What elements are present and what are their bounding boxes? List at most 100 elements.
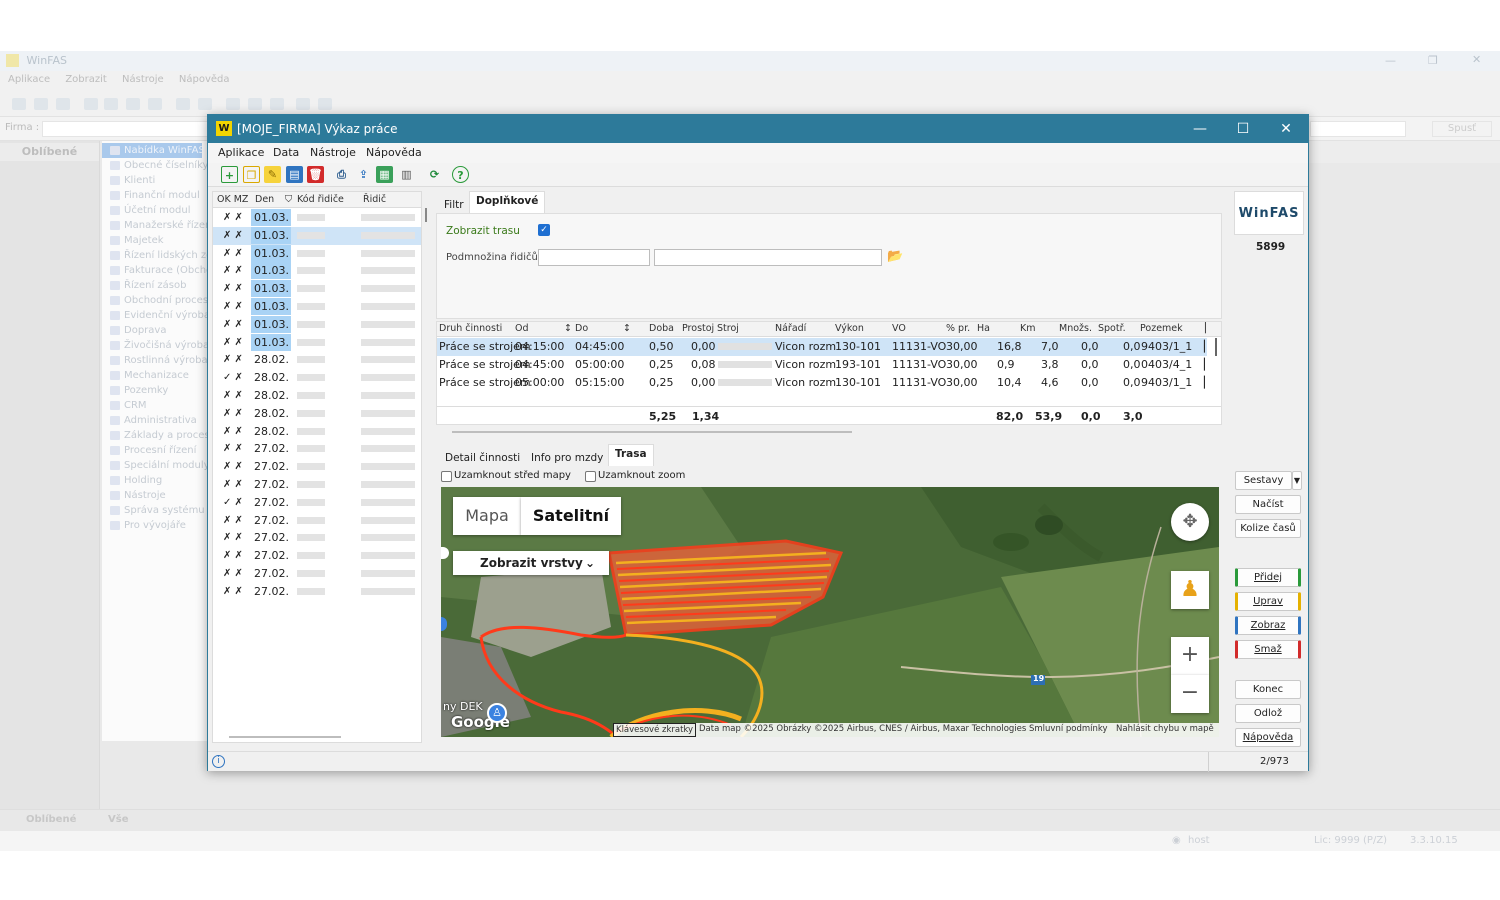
list-row[interactable]: ✓ ✗ 28.02. [213, 369, 421, 387]
napoveda-button[interactable]: Nápověda [1235, 728, 1301, 747]
grid-row[interactable]: Práce se strojem 04:15:00 04:45:00 0,50 0,00… [437, 338, 1212, 356]
tree-item[interactable]: Řízení lidských zdrojů [102, 248, 212, 263]
list-row[interactable]: ✗ ✗ 01.03. [213, 244, 421, 263]
lock-zoom-checkbox[interactable] [585, 471, 596, 482]
columns-icon[interactable]: ▥ [398, 166, 415, 183]
bg-tool-icon[interactable] [34, 98, 48, 110]
list-row[interactable]: ✗ ✗ 01.03. [213, 315, 421, 334]
tree-item[interactable]: Pozemky [102, 383, 212, 398]
tree-item[interactable]: Správa systému [102, 503, 212, 518]
konec-button[interactable]: Konec [1235, 680, 1301, 699]
col-km[interactable]: Km [1020, 323, 1035, 334]
tab-detail-cinnosti[interactable]: Detail činnosti [438, 448, 527, 468]
lock-center-checkbox[interactable] [441, 471, 452, 482]
tree-item[interactable]: Rostlinná výroba [102, 353, 212, 368]
tree-item[interactable]: Procesní řízení [102, 443, 212, 458]
list-row[interactable]: ✗ ✗ 27.02. [213, 440, 421, 458]
tree-item[interactable]: Finanční modul [102, 188, 212, 203]
grid-vscrollbar[interactable] [1215, 338, 1217, 356]
sestavy-dropdown-arrow-icon[interactable]: ▼ [1292, 471, 1302, 490]
odloz-button[interactable]: Odlož [1235, 704, 1301, 723]
col-do[interactable]: Do [575, 323, 588, 334]
report-error-link[interactable]: Nahlásit chybu v mapě [1116, 724, 1214, 734]
bg-tool-icon[interactable] [176, 98, 190, 110]
tree-item[interactable]: Holding [102, 473, 212, 488]
bg-menu-nastroje[interactable]: Nástroje [122, 74, 164, 85]
col-kod-ridice[interactable]: Kód řidiče [297, 194, 344, 205]
tab-trasa[interactable]: Trasa [608, 444, 654, 466]
menu-aplikace[interactable]: Aplikace [218, 146, 264, 159]
nacist-button[interactable]: Načíst [1235, 495, 1301, 514]
tree-item[interactable]: Nástroje [102, 488, 212, 503]
tree-item[interactable]: Manažerské řízení [102, 218, 212, 233]
tree-item[interactable]: Živočišná výroba [102, 338, 212, 353]
grid-row[interactable]: Práce se strojem 05:00:00 05:15:00 0,25 0,00… [437, 374, 1212, 392]
tab-oblibene[interactable]: Oblíbené [26, 814, 76, 825]
grid-row[interactable]: Práce se strojem 04:45:00 05:00:00 0,25 0,08… [437, 356, 1212, 374]
location-pin-icon[interactable]: ♙ [487, 703, 507, 723]
list-row[interactable]: ✗ ✗ 01.03. [213, 209, 421, 227]
close-button[interactable]: ✕ [1264, 115, 1308, 143]
col-mnozstvi[interactable]: Množs. [1059, 323, 1092, 334]
tree-item[interactable]: Evidenční výroba [102, 308, 212, 323]
list-row[interactable]: ✗ ✗ 28.02. [213, 405, 421, 423]
list-row[interactable]: ✗ ✗ 28.02. [213, 423, 421, 441]
zobraz-button[interactable]: Zobraz [1235, 616, 1301, 635]
list-row[interactable]: ✗ ✗ 27.02. [213, 512, 421, 530]
bg-tool-icon[interactable] [12, 98, 26, 110]
col-spotreba[interactable]: Spotř. [1098, 323, 1126, 334]
list-vscrollbar[interactable] [425, 208, 427, 222]
list-row[interactable]: ✗ ✗ 01.03. [213, 333, 421, 352]
edit-icon[interactable]: ✎ [264, 166, 281, 183]
minimize-button[interactable]: — [1178, 115, 1222, 143]
filter-icon[interactable]: ⛉ [285, 194, 292, 205]
grid-icon[interactable]: ▦ [376, 166, 393, 183]
pridej-button[interactable]: Přidej [1235, 568, 1301, 587]
tree-item[interactable]: Nabídka WinFAS [102, 143, 202, 158]
col-ha[interactable]: Ha [977, 323, 990, 334]
sestavy-button[interactable]: Sestavy [1235, 471, 1292, 490]
map-type-satelitni-button[interactable]: Satelitní [521, 497, 621, 535]
tree-item[interactable]: CRM [102, 398, 212, 413]
bg-tool-icon[interactable] [198, 98, 212, 110]
camera-control-icon[interactable]: ✥ [1171, 503, 1209, 541]
list-row[interactable]: ✗ ✗ 01.03. [213, 280, 421, 298]
refresh-icon[interactable]: ⟳ [426, 166, 443, 183]
list-row[interactable]: ✗ ✗ 01.03. [213, 226, 421, 245]
export-icon[interactable]: ⇪ [355, 166, 372, 183]
delete-icon[interactable]: 🗑 [307, 166, 324, 183]
col-procento[interactable]: % pr. [946, 323, 970, 334]
col-od[interactable]: Od [515, 323, 529, 334]
sort-icon[interactable]: ↕ [623, 323, 631, 334]
list-hscrollbar[interactable] [229, 736, 341, 738]
sort-icon[interactable]: ↕ [564, 323, 572, 334]
tab-filtr[interactable]: Filtr [437, 195, 471, 215]
restore-icon[interactable]: ❐ [1428, 54, 1438, 67]
list-row[interactable]: ✗ ✗ 01.03. [213, 298, 421, 316]
col-vykon[interactable]: Výkon [835, 323, 864, 334]
spust-button[interactable]: Spusť [1432, 121, 1492, 137]
bg-tool-icon[interactable] [56, 98, 70, 110]
street-view-pegman-icon[interactable]: ♟ [1171, 571, 1209, 609]
podmnozina-name-input[interactable] [654, 249, 882, 266]
bg-menu-napoveda[interactable]: Nápověda [179, 74, 230, 85]
tree-item[interactable]: Řízení zásob [102, 278, 212, 293]
info-icon[interactable]: i [212, 755, 225, 768]
col-ok-mz[interactable]: OK MZ [217, 194, 248, 205]
podmnozina-code-input[interactable] [538, 249, 650, 266]
tree-item[interactable]: Speciální moduly [102, 458, 212, 473]
menu-napoveda[interactable]: Nápověda [366, 146, 422, 159]
tree-item[interactable]: Administrativa [102, 413, 212, 428]
bg-tool-icon[interactable] [270, 98, 284, 110]
bg-tool-icon[interactable] [318, 98, 332, 110]
list-row[interactable]: ✗ ✗ 27.02. [213, 529, 421, 547]
zobrazit-trasu-checkbox[interactable]: ✓ [538, 224, 550, 236]
menu-nastroje[interactable]: Nástroje [310, 146, 356, 159]
col-ridic[interactable]: Řidič [363, 194, 386, 205]
uprav-button[interactable]: Uprav [1235, 592, 1301, 611]
bg-tool-icon[interactable] [126, 98, 140, 110]
list-row[interactable]: ✗ ✗ 27.02. [213, 476, 421, 494]
list-row[interactable]: ✗ ✗ 28.02. [213, 387, 421, 405]
firma-input[interactable] [42, 121, 212, 137]
add-icon[interactable]: + [221, 166, 238, 183]
